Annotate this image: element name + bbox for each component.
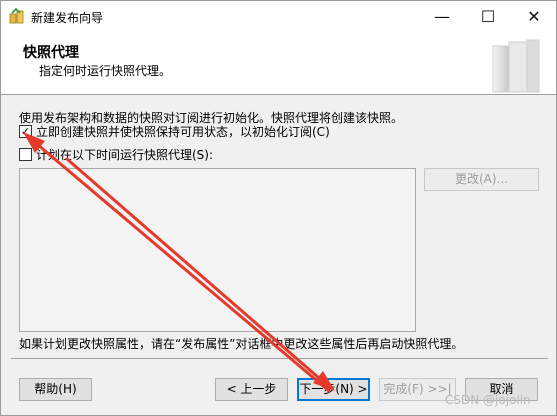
- option-create-snapshot-now[interactable]: ✓ 立即创建快照并使快照保持可用状态，以初始化订阅(C): [19, 123, 330, 139]
- wizard-window: 新建发布向导 — ☐ ✕ 快照代理 指定何时运行快照代理。 使用发布架构和数据的…: [0, 0, 557, 416]
- maximize-button[interactable]: ☐: [465, 1, 511, 32]
- change-schedule-button[interactable]: 更改(A)...: [424, 168, 539, 191]
- create-snapshot-checkbox[interactable]: ✓: [19, 124, 32, 138]
- next-button[interactable]: 下一步(N) >: [297, 378, 370, 401]
- back-button[interactable]: < 上一步: [215, 378, 288, 401]
- title-bar: 新建发布向导 — ☐ ✕: [1, 1, 556, 32]
- help-button[interactable]: 帮助(H): [19, 378, 92, 401]
- schedule-label: 计划在以下时间运行快照代理(S):: [36, 147, 214, 162]
- minimize-button[interactable]: —: [419, 1, 465, 32]
- page-subtitle: 指定何时运行快照代理。: [39, 64, 172, 78]
- watermark-text: CSDN @jojolin: [445, 393, 531, 407]
- book-stack-icon: [492, 39, 540, 93]
- option-schedule-snapshot[interactable]: 计划在以下时间运行快照代理(S):: [19, 146, 213, 162]
- wizard-app-icon: [9, 8, 24, 24]
- window-title: 新建发布向导: [31, 11, 104, 25]
- create-snapshot-label: 立即创建快照并使快照保持可用状态，以初始化订阅(C): [36, 124, 330, 139]
- footer-divider: [11, 358, 548, 359]
- wizard-header: 快照代理 指定何时运行快照代理。: [1, 32, 556, 95]
- note-text: 如果计划更改快照属性，请在“发布属性”对话框中更改这些属性后再启动快照代理。: [19, 337, 464, 351]
- schedule-checkbox[interactable]: [19, 147, 32, 161]
- page-title: 快照代理: [23, 45, 79, 61]
- close-button[interactable]: ✕: [511, 1, 557, 32]
- schedule-listbox: [19, 168, 416, 332]
